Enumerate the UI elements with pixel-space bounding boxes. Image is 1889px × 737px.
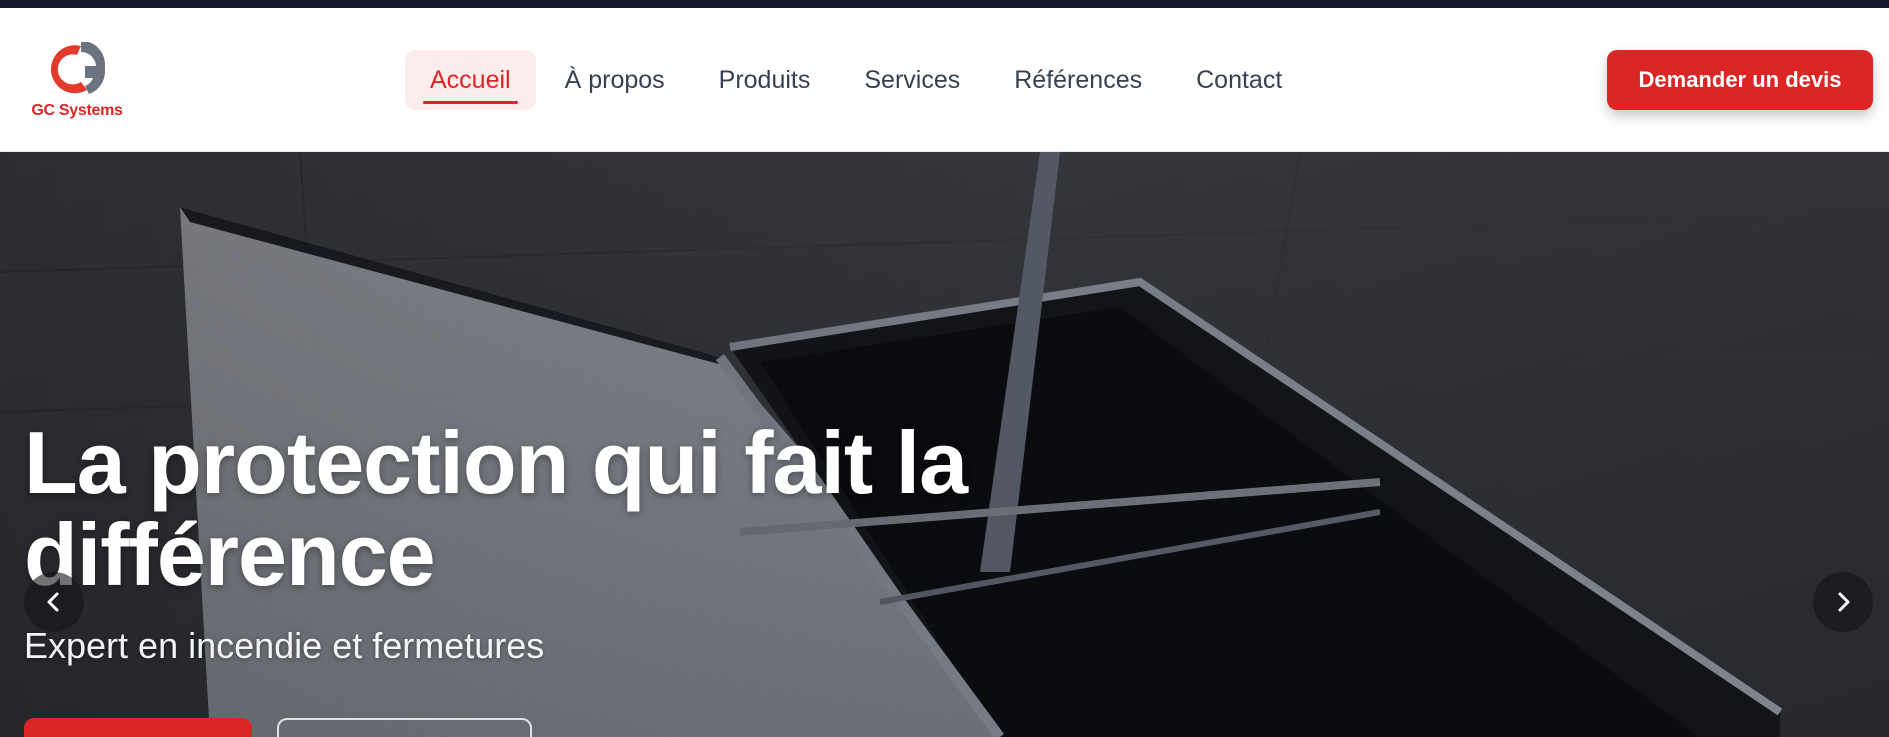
slider-prev-button[interactable]: [24, 572, 84, 632]
main-menu: Accueil À propos Produits Services Référ…: [405, 50, 1311, 110]
top-strip: [0, 0, 1889, 8]
hero-slider: La protection qui fait la différence Expe…: [0, 152, 1889, 737]
hero-subtitle: Expert en incendie et fermetures: [24, 625, 545, 666]
hero-primary-button[interactable]: [24, 718, 252, 737]
nav-item-contact[interactable]: Contact: [1171, 50, 1307, 110]
request-quote-button[interactable]: Demander un devis: [1607, 50, 1873, 110]
logo-text: GC Systems: [31, 102, 123, 119]
nav-item-references[interactable]: Références: [989, 50, 1167, 110]
nav-item-services[interactable]: Services: [839, 50, 985, 110]
chevron-right-icon: [1838, 592, 1850, 612]
nav-item-accueil[interactable]: Accueil: [405, 50, 536, 110]
slider-next-button[interactable]: [1813, 572, 1873, 632]
nav-item-a-propos[interactable]: À propos: [540, 50, 690, 110]
site-header: GC Systems Accueil À propos Produits Ser…: [0, 8, 1889, 152]
hero-title: La protection qui fait la différence: [24, 413, 968, 604]
nav-item-produits[interactable]: Produits: [694, 50, 836, 110]
hero-secondary-button[interactable]: [277, 718, 532, 737]
logo[interactable]: GC Systems: [30, 38, 124, 128]
gc-logo-icon: [50, 42, 105, 94]
chevron-left-icon: [47, 592, 59, 612]
